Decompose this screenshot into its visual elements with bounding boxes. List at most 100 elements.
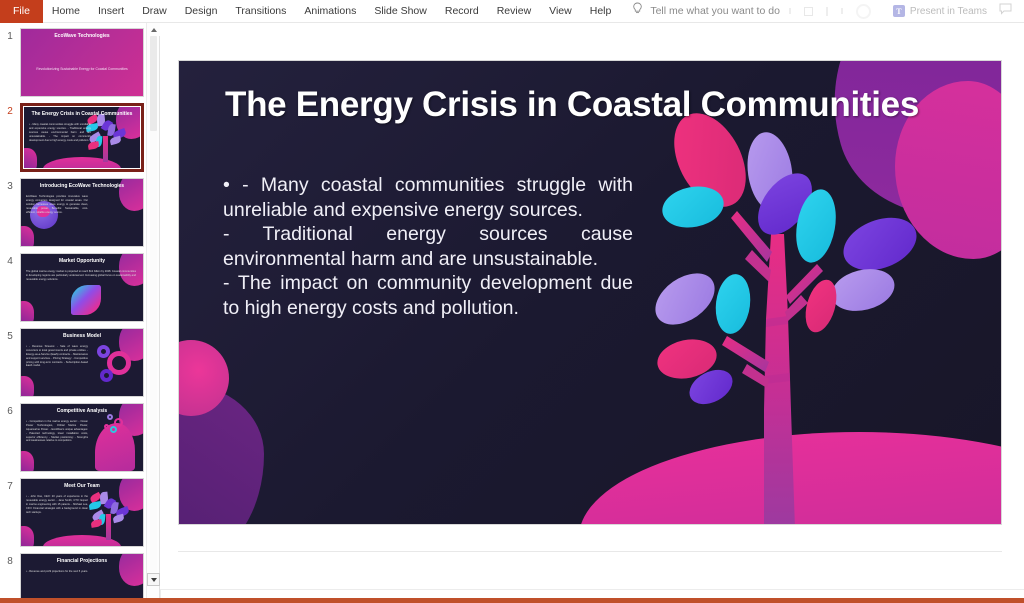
notes-pane-divider [160, 589, 1024, 590]
thumb-blob-bottom-left [21, 451, 34, 471]
thumb-rocket-icon [71, 285, 101, 315]
tab-transitions[interactable]: Transitions [226, 0, 295, 23]
slide-thumbnail-content: Market Opportunity The global marine ener… [21, 254, 143, 321]
slide-thumbnail-panel[interactable]: 1 EcoWave Technologies Revolutionizing Sus… [0, 23, 160, 598]
slide-bottom-divider [178, 551, 1002, 552]
lightbulb-icon [632, 2, 643, 20]
slide-body-line: - The impact on community development du… [223, 272, 633, 319]
scrollbar-track[interactable] [150, 36, 157, 572]
thumb-title: Meet Our Team [64, 483, 100, 489]
ghost-box-icon [803, 6, 813, 16]
comment-icon[interactable] [993, 2, 1018, 20]
slide-body-text[interactable]: • - Many coastal communities struggle wi… [223, 173, 633, 320]
present-in-teams-button[interactable]: T Present in Teams [887, 5, 993, 17]
slide-thumbnail-preview[interactable]: Business Model • - Revenue Streams: - Sal… [20, 328, 144, 397]
thumb-gear-small [110, 426, 117, 433]
thumb-gear-small [107, 414, 113, 420]
chevron-up-icon [150, 27, 157, 32]
slide-thumbnail-item-8[interactable]: 8 Financial Projections • - Revenue and pr… [0, 553, 159, 598]
slide-thumbnail-item-3[interactable]: 3 Introducing EcoWave Technologies EcoWave… [0, 178, 159, 247]
slide-canvas[interactable]: The Energy Crisis in Coastal Communities… [178, 60, 1002, 525]
slide-thumbnail-content: The Energy Crisis in Coastal Communities… [24, 107, 140, 168]
slide-thumbnail-preview[interactable]: The Energy Crisis in Coastal Communities… [20, 103, 144, 172]
slide-thumbnail-preview[interactable]: Competitive Analysis • - Competitors in t… [20, 403, 144, 472]
slide-thumbnail-content: Financial Projections • - Revenue and pro… [21, 554, 143, 598]
slide-thumbnail-item-6[interactable]: 6 Competitive Analysis • - Competitors in … [0, 403, 159, 472]
tab-insert[interactable]: Insert [89, 0, 133, 23]
tab-record[interactable]: Record [436, 0, 488, 23]
thumb-blob-bottom-left [21, 526, 34, 546]
slide-title[interactable]: The Energy Crisis in Coastal Communities [225, 85, 945, 124]
slide-thumbnail-number: 6 [7, 406, 13, 417]
thumb-tree-leaf [112, 513, 125, 524]
slide-thumbnail-content: EcoWave Technologies Revolutionizing Sust… [21, 29, 143, 96]
tab-file[interactable]: File [0, 0, 43, 23]
ghost-bar-icon [840, 8, 843, 14]
status-bar [0, 598, 1024, 603]
slide-thumbnail-number: 8 [7, 556, 13, 567]
slide-thumbnail-content: Business Model • - Revenue Streams: - Sal… [21, 329, 143, 396]
slide-thumbnail-preview[interactable]: Introducing EcoWave Technologies EcoWave … [20, 178, 144, 247]
thumb-tree-icon [88, 491, 130, 540]
tab-review[interactable]: Review [488, 0, 540, 23]
tab-slide-show[interactable]: Slide Show [365, 0, 436, 23]
thumb-body: • - Many coastal communities struggle wi… [29, 123, 91, 142]
tab-animations[interactable]: Animations [295, 0, 365, 23]
ghost-circle-icon [855, 3, 871, 19]
ribbon-menu-bar: File Home Insert Draw Design Transitions Anim… [0, 0, 1024, 23]
tab-draw[interactable]: Draw [133, 0, 176, 23]
tab-home[interactable]: Home [43, 0, 89, 23]
thumb-body: The global marine energy market is proje… [26, 270, 137, 281]
scroll-down-button[interactable] [147, 573, 160, 586]
slide-thumbnail-preview[interactable]: Financial Projections • - Revenue and pro… [20, 553, 144, 598]
thumb-title: EcoWave Technologies [54, 33, 110, 39]
thumb-title: Financial Projections [56, 558, 108, 564]
thumbnail-scrollbar[interactable] [146, 23, 160, 598]
slide-thumbnail-preview[interactable]: Market Opportunity The global marine ener… [20, 253, 144, 322]
tell-me-placeholder: Tell me what you want to do [650, 5, 780, 17]
thumb-blob-bottom-left [24, 148, 37, 168]
ribbon-right-group: T Present in Teams [788, 0, 1024, 23]
thumb-tree-trunk [106, 514, 111, 540]
slide-body-line: - Traditional energy sources cause envir… [223, 223, 633, 270]
tell-me-search[interactable]: Tell me what you want to do [632, 2, 780, 20]
slide-thumbnail-number: 3 [7, 181, 13, 192]
thumb-body: EcoWave Technologies provides innovative… [26, 195, 88, 214]
slide-thumbnail-number: 5 [7, 331, 13, 342]
scrollbar-thumb[interactable] [150, 36, 157, 131]
thumb-body: • - John Doe, CEO: 20 years of experienc… [26, 495, 88, 514]
present-in-teams-label: Present in Teams [909, 5, 987, 17]
thumb-blob-bottom-left [21, 226, 34, 246]
thumb-tree-leaf [109, 135, 122, 146]
chevron-down-icon [150, 577, 157, 582]
slide-thumbnail-item-4[interactable]: 4 Market Opportunity The global marine ene… [0, 253, 159, 322]
slide-thumbnail-preview[interactable]: EcoWave Technologies Revolutionizing Sust… [20, 28, 144, 97]
teams-icon: T [892, 5, 905, 17]
slide-thumbnail-item-1[interactable]: 1 EcoWave Technologies Revolutionizing Sus… [0, 28, 159, 97]
tab-design[interactable]: Design [176, 0, 227, 23]
slide-thumbnail-preview[interactable]: Meet Our Team • - John Doe, CEO: 20 years… [20, 478, 144, 547]
thumb-tree-trunk [103, 136, 108, 162]
scroll-up-button[interactable] [147, 23, 160, 36]
slide-thumbnail-list: 1 EcoWave Technologies Revolutionizing Sus… [0, 23, 159, 598]
thumb-tree-icon [85, 113, 127, 162]
stylized-tree-illustration [655, 113, 917, 524]
thumb-tree-leaf [90, 519, 103, 528]
ghost-toolbar-icons [788, 3, 887, 19]
thumb-title: Market Opportunity [58, 258, 106, 264]
powerpoint-window: File Home Insert Draw Design Transitions Anim… [0, 0, 1024, 603]
ghost-bar-icon [788, 8, 791, 14]
thumb-body: • - Competitors in the marine energy sec… [26, 420, 88, 443]
tab-view[interactable]: View [540, 0, 581, 23]
thumb-gear-small [100, 369, 113, 382]
slide-thumbnail-item-7[interactable]: 7 Meet Our Team • - John Doe, CEO: 20 year… [0, 478, 159, 547]
tab-help[interactable]: Help [581, 0, 621, 23]
slide-thumbnail-number: 7 [7, 481, 13, 492]
slide-thumbnail-item-5[interactable]: 5 Business Model • - Revenue Streams: - Sa… [0, 328, 159, 397]
slide-thumbnail-content: Meet Our Team • - John Doe, CEO: 20 years… [21, 479, 143, 546]
slide-thumbnail-item-2[interactable]: 2 The Energy Crisis in Coastal Communitie… [0, 103, 159, 172]
slide-thumbnail-number: 1 [7, 31, 13, 42]
thumb-blob-bottom-left [21, 301, 34, 321]
thumb-body: • - Revenue Streams: - Sale of wave ener… [26, 345, 88, 368]
thumb-blob-bottom-left [21, 376, 34, 396]
